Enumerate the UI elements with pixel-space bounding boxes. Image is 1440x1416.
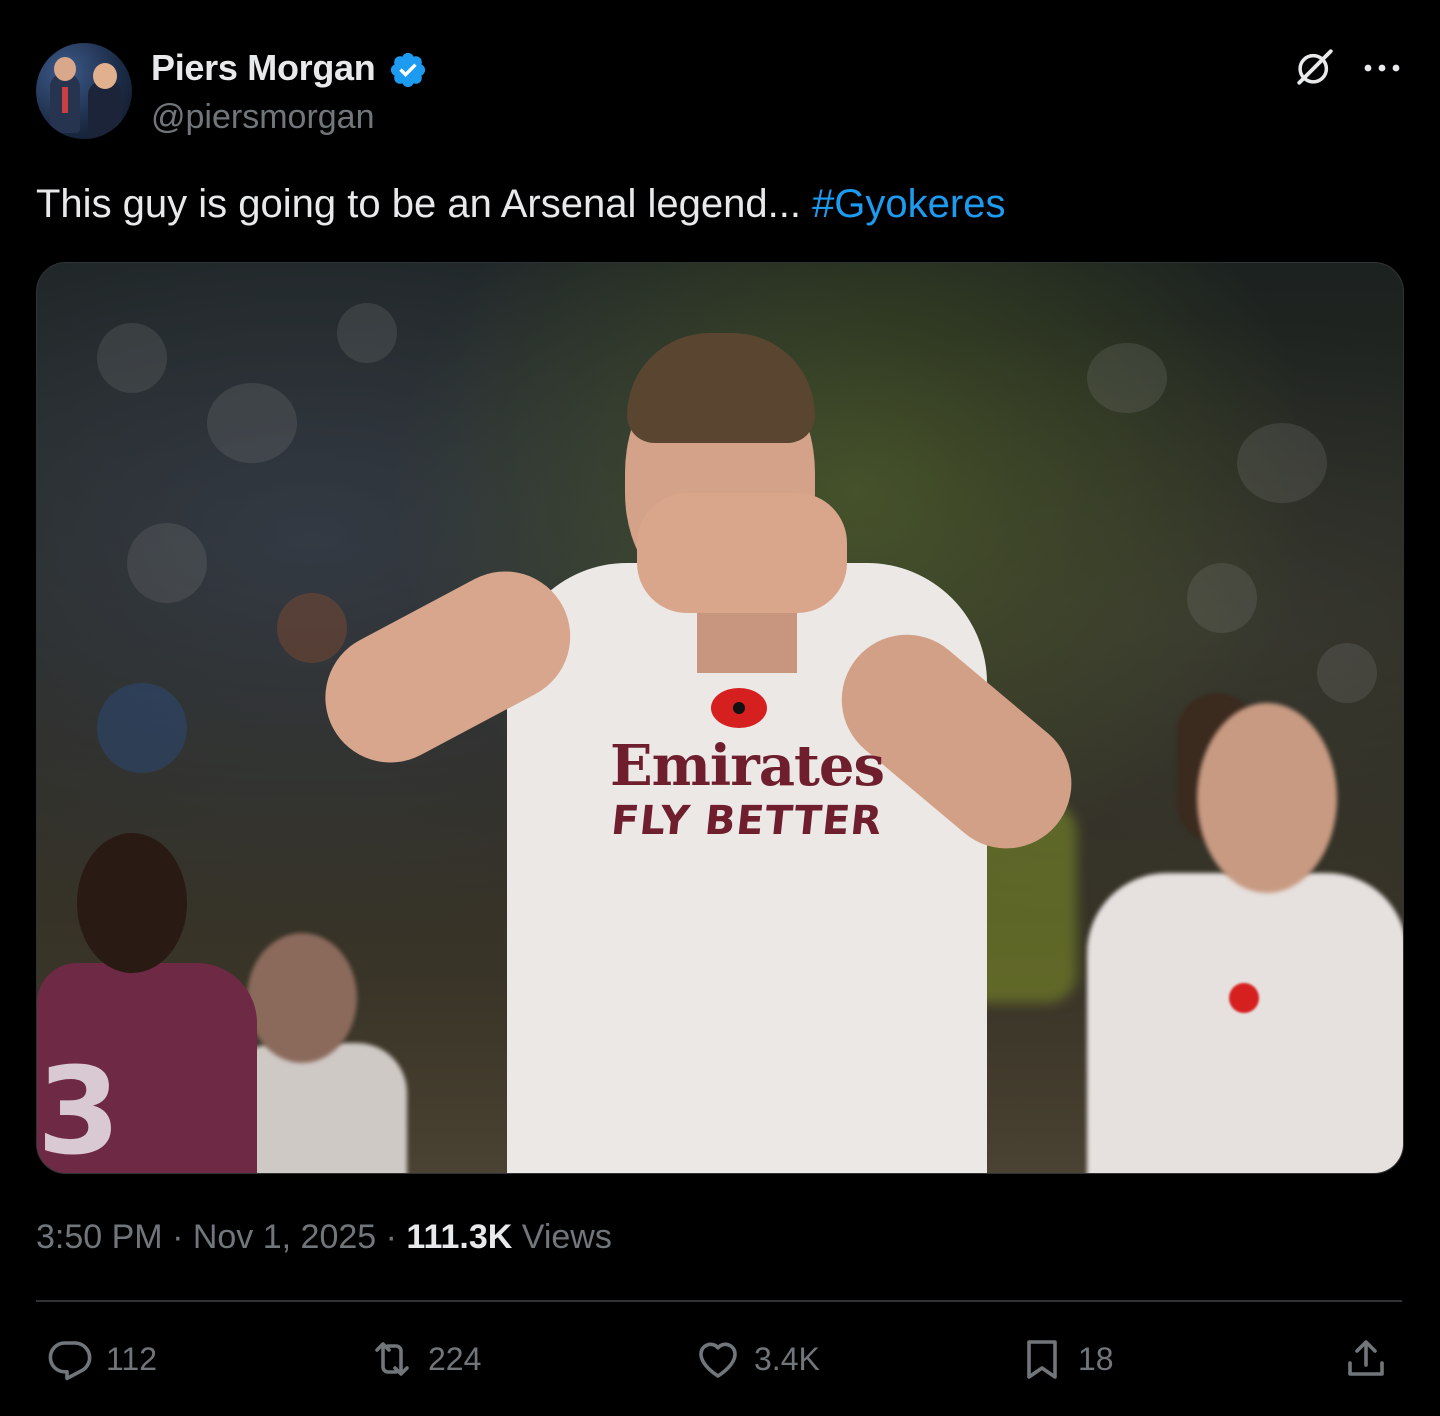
avatar-face-right xyxy=(93,63,117,89)
tweet-meta: 3:50 PM · Nov 1, 2025 · 111.3K Views xyxy=(36,1214,612,1260)
bookmark-count: 18 xyxy=(1078,1340,1114,1377)
like-count: 3.4K xyxy=(754,1340,820,1377)
tweet-body: This guy is going to be an Arsenal legen… xyxy=(36,182,813,226)
crowd-blur xyxy=(1087,343,1167,413)
meta-separator: · xyxy=(376,1218,407,1256)
bookmark-button[interactable]: 18 xyxy=(1018,1334,1114,1384)
repost-count: 224 xyxy=(428,1340,482,1377)
tweet-media-photo[interactable]: 3 Emirates FLY BETTER xyxy=(36,262,1404,1174)
teammate-head xyxy=(1197,703,1337,893)
heart-icon xyxy=(699,1342,737,1378)
teammate-shirt xyxy=(1087,873,1403,1173)
crowd-blur xyxy=(207,383,297,463)
avatar[interactable] xyxy=(36,43,132,139)
shirt-sponsor-line2: FLY BETTER xyxy=(609,798,885,844)
like-button[interactable]: 3.4K xyxy=(694,1334,820,1384)
opponent-head xyxy=(77,833,187,973)
author-handle[interactable]: @piersmorgan xyxy=(151,96,375,138)
teammate-poppy xyxy=(1229,983,1259,1013)
crowd-blur xyxy=(1317,643,1377,703)
shirt-sponsor-line1: Emirates xyxy=(609,733,885,799)
reply-count: 112 xyxy=(106,1340,158,1377)
tweet-time[interactable]: 3:50 PM xyxy=(36,1218,163,1256)
avatar-figure-right xyxy=(88,81,122,139)
crowd-blur xyxy=(277,593,347,663)
bookmark-icon xyxy=(1027,1340,1057,1379)
reply-icon xyxy=(48,1341,92,1381)
tweet: Piers Morgan @piersmorgan This guy is go… xyxy=(0,0,1440,1416)
crowd-blur xyxy=(97,323,167,393)
poppy-badge xyxy=(711,688,767,728)
repost-icon xyxy=(375,1342,409,1376)
tweet-date[interactable]: Nov 1, 2025 xyxy=(193,1218,376,1256)
divider xyxy=(36,1300,1402,1302)
verified-badge-icon xyxy=(390,52,426,88)
background-player-head xyxy=(247,933,357,1063)
crowd-blur xyxy=(1187,563,1257,633)
tweet-text: This guy is going to be an Arsenal legen… xyxy=(36,178,1005,230)
crowd-blur xyxy=(1237,423,1327,503)
crowd-blur xyxy=(337,303,397,363)
main-player-hair xyxy=(627,333,815,443)
author-name[interactable]: Piers Morgan xyxy=(151,46,376,90)
share-icon xyxy=(1348,1340,1384,1376)
share-button[interactable] xyxy=(1342,1334,1390,1384)
more-icon[interactable] xyxy=(1360,56,1404,80)
reply-button[interactable]: 112 xyxy=(46,1334,157,1384)
views-label: Views xyxy=(512,1218,612,1256)
avatar-tie xyxy=(62,87,68,113)
main-player-hands xyxy=(637,493,847,613)
hashtag-link[interactable]: #Gyokeres xyxy=(812,182,1005,226)
avatar-face-left xyxy=(54,57,76,81)
views-count: 111.3K xyxy=(406,1218,513,1256)
repost-button[interactable]: 224 xyxy=(368,1334,481,1384)
meta-separator: · xyxy=(162,1218,193,1256)
grok-icon[interactable] xyxy=(1294,46,1336,88)
crowd-blur xyxy=(127,523,207,603)
opponent-shirt-number: 3 xyxy=(37,1043,121,1174)
crowd-blur xyxy=(97,683,187,773)
